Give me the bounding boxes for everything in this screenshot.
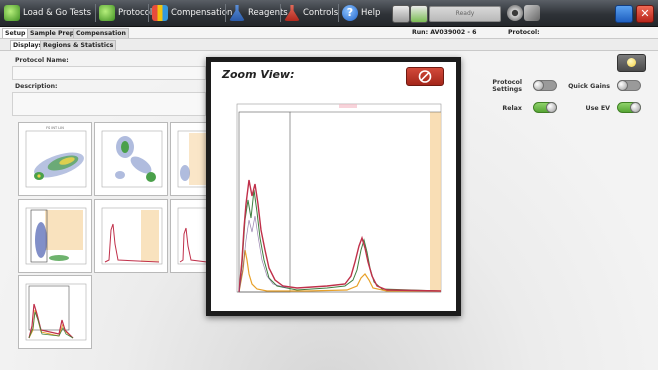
relax-toggle[interactable] (533, 102, 557, 113)
tab-regions-statistics[interactable]: Regions & Statistics (40, 40, 117, 50)
main-tab-bar: Setup Sample Prep Compensation Run: AV03… (0, 27, 658, 39)
use-ev-label: Use EV (585, 105, 611, 112)
protocol-name-label: Protocol Name: (15, 57, 69, 64)
zoom-histogram[interactable] (227, 100, 443, 302)
protocol-label: Protocol: (508, 29, 540, 36)
controls-icon (284, 5, 300, 21)
toolbar-controls[interactable]: Controls (284, 4, 338, 22)
lightbulb-button[interactable] (617, 54, 646, 72)
load-go-icon (4, 5, 20, 21)
use-ev-toggle[interactable] (617, 102, 641, 113)
description-input[interactable] (12, 92, 206, 116)
protocol-name-input[interactable] (12, 66, 206, 80)
zoom-view-dialog: Zoom View: (206, 57, 461, 316)
quick-gains-label: Quick Gains (568, 83, 610, 90)
tab-compensation[interactable]: Compensation (73, 28, 129, 38)
plot-thumbnail[interactable]: FS INT LIN (18, 122, 92, 196)
toolbar-controls-label: Controls (303, 8, 339, 18)
plot-thumbnail[interactable] (94, 122, 168, 196)
close-icon[interactable]: ✕ (636, 5, 654, 23)
svg-text:FS INT LIN: FS INT LIN (46, 126, 64, 130)
no-entry-icon (418, 70, 432, 83)
plot-thumbnail[interactable] (18, 199, 92, 273)
print-icon[interactable] (392, 5, 410, 23)
help-icon: ? (342, 5, 358, 21)
toolbar-reagents[interactable]: Reagents (229, 4, 288, 22)
sub-tab-bar: Displays Regions & Statistics (0, 39, 658, 51)
gear-icon[interactable] (507, 5, 523, 21)
zoom-close-button[interactable] (406, 67, 444, 86)
toolbar-help-label: Help (361, 8, 381, 18)
reagents-icon (229, 5, 245, 21)
minimize-icon[interactable] (615, 5, 633, 23)
tab-setup[interactable]: Setup (2, 28, 29, 38)
run-label: Run: AV039002 - 6 (412, 29, 477, 36)
plot-thumbnail[interactable] (94, 199, 168, 273)
tab-sample-prep[interactable]: Sample Prep (27, 28, 78, 38)
quick-gains-toggle[interactable] (617, 80, 641, 91)
toolbar-protocol[interactable]: Protocol (99, 4, 152, 22)
toolbar-load-go[interactable]: Load & Go Tests (4, 4, 91, 22)
toolbar-compensation[interactable]: Compensation (152, 4, 232, 22)
lightbulb-icon (627, 58, 636, 67)
main-toolbar: Load & Go Tests Protocol Compensation Re… (0, 0, 658, 27)
relax-label: Relax (502, 105, 522, 112)
protocol-settings-label: Protocol Settings (492, 79, 522, 93)
save-icon[interactable] (410, 5, 428, 23)
status-field: Ready (429, 6, 501, 22)
plot-thumbnail[interactable] (170, 199, 208, 273)
tools-icon[interactable] (524, 5, 540, 21)
zoom-view-title: Zoom View: (222, 68, 295, 81)
compensation-icon (152, 5, 168, 21)
protocol-settings-toggle[interactable] (533, 80, 557, 91)
toolbar-compensation-label: Compensation (171, 8, 233, 18)
protocol-icon (99, 5, 115, 21)
toolbar-help[interactable]: ? Help (342, 4, 380, 22)
plot-thumbnail[interactable] (170, 122, 208, 196)
toolbar-load-go-label: Load & Go Tests (23, 8, 92, 18)
toolbar-reagents-label: Reagents (248, 8, 288, 18)
description-label: Description: (15, 83, 58, 90)
plot-thumbnail[interactable] (18, 275, 92, 349)
